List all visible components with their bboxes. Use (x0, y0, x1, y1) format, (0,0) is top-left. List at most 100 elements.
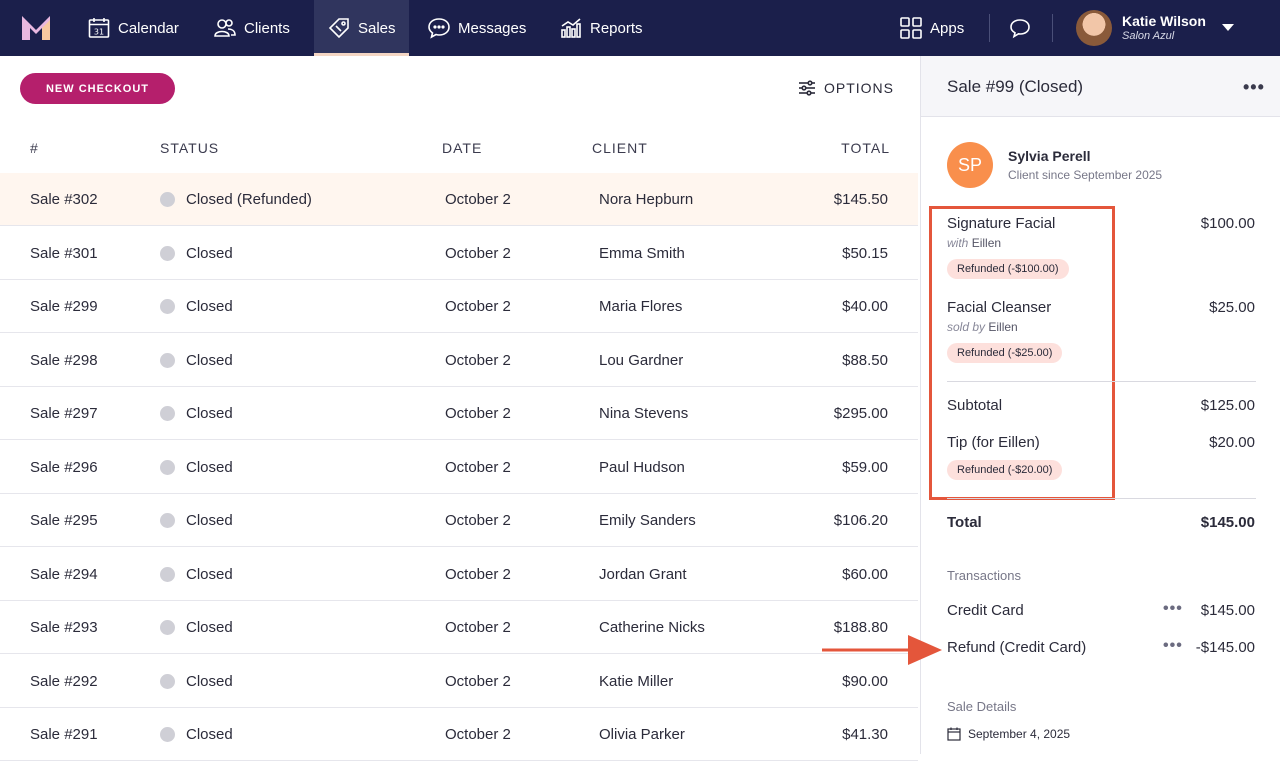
sale-status-text: Closed (186, 512, 233, 529)
sale-date: October 2 (445, 173, 511, 226)
sale-client: Emily Sanders (599, 494, 696, 547)
chart-icon (561, 18, 581, 38)
nav-chat-button[interactable] (1009, 0, 1031, 56)
chevron-down-icon[interactable] (1222, 24, 1234, 31)
more-options-icon[interactable]: ••• (1243, 77, 1265, 98)
sale-total: $145.50 (834, 173, 888, 226)
sale-total-text: $295.00 (833, 405, 888, 422)
sale-client: Emma Smith (599, 227, 685, 280)
user-name[interactable]: Katie Wilson (1122, 13, 1206, 29)
options-button[interactable]: OPTIONS (798, 80, 894, 96)
sale-total-text: $59.00 (842, 458, 888, 476)
col-header-client[interactable]: CLIENT (592, 140, 648, 156)
col-header-number[interactable]: # (30, 140, 39, 156)
sale-status-text: Closed (186, 619, 233, 636)
transaction-more-icon[interactable]: ••• (1163, 600, 1183, 618)
sale-number-text: Sale #297 (30, 405, 98, 422)
item-staff-prefix: sold by (947, 320, 986, 334)
sale-client: Olivia Parker (599, 708, 685, 761)
refund-badge: Refunded (-$20.00) (947, 460, 1063, 480)
sale-number: Sale #302 (30, 173, 98, 226)
table-row[interactable]: Sale #301 Closed October 2 Emma Smith $50.15 (0, 227, 918, 280)
transaction-amount: $145.00 (1200, 602, 1255, 619)
sale-number-text: Sale #298 (30, 351, 98, 369)
sale-number: Sale #296 (30, 441, 98, 494)
sale-client-text: Emily Sanders (599, 512, 696, 529)
sale-status-text: Closed (186, 672, 233, 690)
sale-date-text: October 2 (445, 619, 511, 636)
sale-status-text: Closed (186, 405, 233, 422)
table-row[interactable]: Sale #297 Closed October 2 Nina Stevens $295… (0, 387, 918, 440)
nav-reports-label: Reports (590, 19, 643, 37)
subtotal-amount: $125.00 (1200, 397, 1255, 414)
sale-client-text: Emma Smith (599, 244, 685, 262)
sale-number: Sale #295 (30, 494, 98, 547)
sale-status: Closed (160, 655, 233, 708)
sale-number-text: Sale #299 (30, 298, 98, 315)
item-staff-prefix: with (947, 236, 969, 250)
subtotal-label: Subtotal (947, 397, 1003, 414)
table-row[interactable]: Sale #295 Closed October 2 Emily Sanders $10… (0, 494, 918, 547)
table-row[interactable]: Sale #302 Closed (Refunded) October 2 Nora … (0, 173, 918, 226)
col-header-date[interactable]: DATE (442, 140, 482, 156)
table-row[interactable]: Sale #291 Closed October 2 Olivia Parker $41… (0, 708, 918, 761)
sale-number-text: Sale #291 (30, 726, 98, 743)
table-row[interactable]: Sale #293 Closed October 2 Catherine Nicks $… (0, 601, 918, 654)
table-row[interactable]: Sale #296 Closed October 2 Paul Hudson $59.0… (0, 441, 918, 494)
sale-number: Sale #297 (30, 387, 98, 440)
sale-number-text: Sale #294 (30, 565, 98, 583)
item-staff: sold by Eillen (947, 320, 1018, 334)
sale-status: Closed (160, 708, 233, 761)
sale-status-text: Closed (186, 458, 233, 476)
nav-clients[interactable]: Clients (214, 0, 290, 56)
status-dot-icon (160, 352, 175, 368)
sale-client: Jordan Grant (599, 548, 687, 601)
sale-status: Closed (160, 280, 233, 333)
sale-client-text: Lou Gardner (599, 351, 684, 369)
chat-icon (428, 18, 450, 39)
nav-reports[interactable]: Reports (560, 0, 643, 56)
sale-number: Sale #292 (30, 655, 98, 708)
transaction-more-icon[interactable]: ••• (1163, 637, 1183, 655)
col-header-status[interactable]: STATUS (160, 140, 219, 156)
sale-status-text: Closed (186, 351, 233, 369)
sale-status-text: Closed (186, 565, 233, 583)
nav-calendar[interactable]: 31 Calendar (88, 0, 179, 56)
user-salon: Salon Azul (1122, 30, 1175, 42)
sale-status: Closed (160, 601, 233, 654)
nav-messages-label: Messages (458, 19, 527, 37)
sale-status: Closed (160, 227, 233, 280)
sale-number-text: Sale #296 (30, 458, 98, 476)
sale-total-text: $90.00 (842, 672, 888, 690)
table-row[interactable]: Sale #294 Closed October 2 Jordan Grant $60.… (0, 548, 918, 601)
status-dot-icon (160, 673, 175, 689)
sales-list-area: NEW CHECKOUT OPTIONS # STATUS DATE CLIEN… (0, 56, 920, 761)
app-logo-icon[interactable] (22, 16, 50, 40)
sale-date-text: October 2 (445, 672, 511, 690)
sale-total: $295.00 (834, 387, 888, 440)
sale-number-text: Sale #302 (30, 191, 98, 208)
client-name[interactable]: Sylvia Perell (1008, 148, 1091, 164)
panel-header: Sale #99 (Closed) ••• (921, 56, 1280, 117)
user-avatar[interactable] (1076, 10, 1112, 46)
calendar-day-label: 31 (94, 28, 104, 37)
col-header-total[interactable]: TOTAL (841, 140, 890, 156)
sale-client-text: Catherine Nicks (599, 619, 705, 636)
table-row[interactable]: Sale #292 Closed October 2 Katie Miller $90.… (0, 655, 918, 708)
new-checkout-button[interactable]: NEW CHECKOUT (20, 73, 175, 104)
table-row[interactable]: Sale #298 Closed October 2 Lou Gardner $88.5… (0, 334, 918, 387)
sale-date: October 2 (445, 387, 511, 440)
table-row[interactable]: Sale #299 Closed October 2 Maria Flores $40.… (0, 280, 918, 333)
sale-client: Catherine Nicks (599, 601, 705, 654)
sale-date-text: October 2 (445, 512, 511, 529)
nav-messages[interactable]: Messages (428, 0, 526, 56)
status-dot-icon (160, 566, 175, 582)
sale-client-text: Paul Hudson (599, 458, 685, 476)
status-dot-icon (160, 459, 175, 475)
nav-apps[interactable]: Apps (900, 0, 964, 56)
status-dot-icon (160, 192, 175, 207)
client-since: Client since September 2025 (1008, 168, 1163, 182)
nav-sales[interactable]: Sales (314, 0, 409, 56)
sale-total: $106.20 (834, 494, 888, 547)
sale-number: Sale #294 (30, 548, 98, 601)
